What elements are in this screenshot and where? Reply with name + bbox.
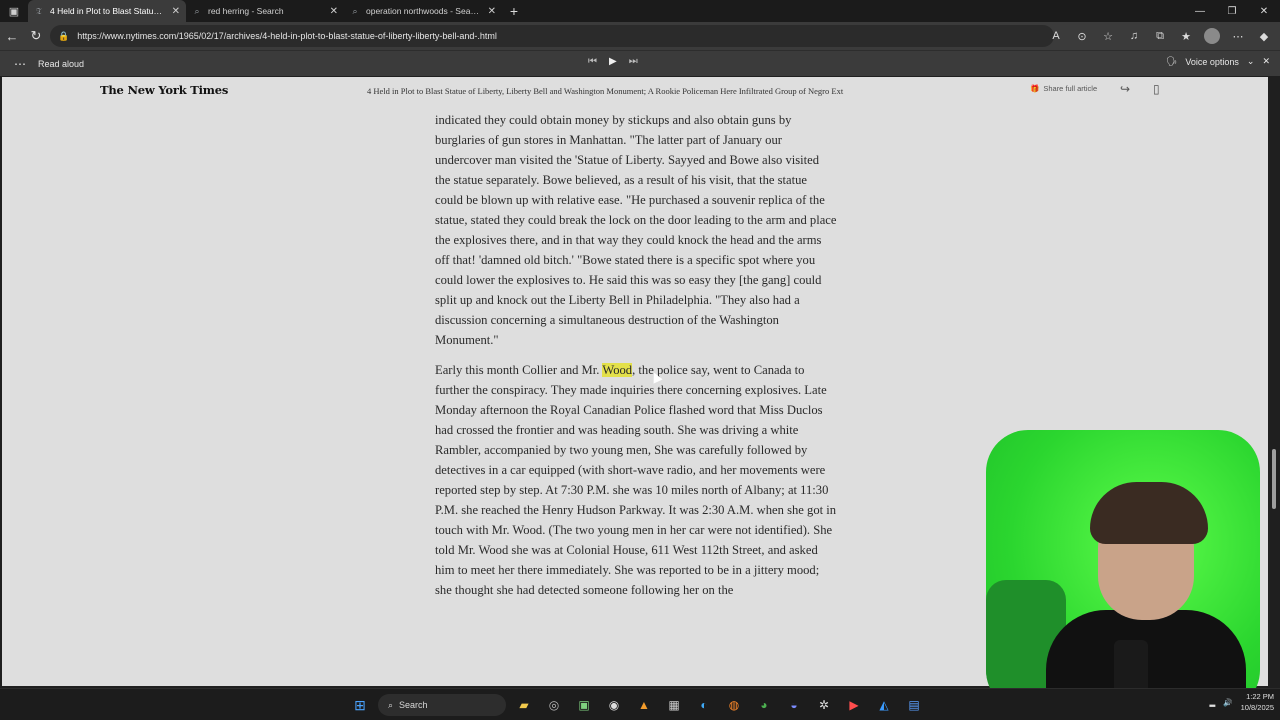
search-icon: ⌕ (194, 5, 200, 16)
tab-title: red herring - Search (208, 6, 284, 16)
play-icon[interactable]: ▶ (609, 56, 617, 67)
chrome-icon[interactable]: ◕ (752, 693, 776, 717)
nyt-icon: 𝔗 (36, 5, 42, 16)
speaker-icon[interactable]: ♫ (1122, 24, 1146, 48)
window-controls: — ❐ ✕ (1184, 0, 1280, 22)
app-icon[interactable]: ▦ (662, 693, 686, 717)
share-full-label: Share full article (1043, 84, 1098, 93)
favorite-star-icon[interactable]: ☆ (1096, 24, 1120, 48)
url-text: https://www.nytimes.com/1965/02/17/archi… (77, 31, 497, 41)
close-icon[interactable]: ✕ (488, 6, 496, 17)
read-aloud-bar: ⋯ Read aloud ⏮ ▶ ⏭ 🗣 Voice options ⌄ ✕ (0, 50, 1280, 76)
tab-actions-icon[interactable]: ▣ (0, 0, 28, 22)
close-icon[interactable]: ✕ (330, 6, 338, 17)
time: 1:22 PM (1246, 692, 1274, 701)
chevron-down-icon: ⌄ (1246, 56, 1255, 66)
network-icon[interactable]: ▂ (1210, 698, 1216, 707)
media-icon[interactable]: ▶ (842, 693, 866, 717)
bookmark-icon[interactable]: ▯ (1153, 82, 1160, 96)
paragraph-text: Early this month Collier and Mr. (435, 363, 603, 377)
settings-icon[interactable]: ◎ (542, 693, 566, 717)
nyt-header: The New York Times 4 Held in Plot to Bla… (2, 77, 1268, 105)
article-body: indicated they could obtain money by sti… (435, 110, 837, 610)
back-icon[interactable]: ← (0, 24, 24, 48)
read-aloud-icon[interactable]: A (1044, 24, 1068, 48)
article-headline: 4 Held in Plot to Blast Statue of Libert… (367, 86, 844, 96)
person-hair (1090, 482, 1208, 544)
nyt-logo[interactable]: The New York Times (100, 83, 228, 97)
article-paragraph: indicated they could obtain money by sti… (435, 113, 837, 347)
file-explorer-icon[interactable]: ▰ (512, 693, 536, 717)
toolbar-actions: A ⊙ ☆ ♫ ⧉ ★ ⋯ ◆ (1044, 24, 1276, 48)
app-icon[interactable]: ◉ (602, 693, 626, 717)
voice-options-button[interactable]: 🗣 Voice options ⌄ ✕ (1166, 56, 1270, 67)
tab-nyt-article[interactable]: 𝔗 4 Held in Plot to Blast Statue of Li ✕ (28, 0, 186, 22)
highlighted-word: Wood (602, 363, 633, 377)
article-paragraph: Early this month Collier and Mr. Wood, t… (435, 360, 837, 600)
voice-icon: 🗣 (1165, 56, 1178, 66)
next-icon[interactable]: ⏭ (629, 56, 638, 67)
previous-icon[interactable]: ⏮ (588, 56, 597, 67)
share-full-article-button[interactable]: 🎁 Share full article (1030, 84, 1097, 93)
volume-icon[interactable]: 🔊 (1223, 698, 1232, 707)
edge-icon[interactable]: ◐ (692, 693, 716, 717)
windows-start-icon[interactable]: ⊞ (348, 693, 372, 717)
webcam-overlay (986, 430, 1260, 712)
discord-icon[interactable]: ◒ (782, 693, 806, 717)
more-icon[interactable]: ⋯ (1226, 24, 1250, 48)
share-icon[interactable]: ↪ (1120, 82, 1130, 96)
search-icon: ⌕ (388, 699, 394, 710)
scrollbar[interactable] (1268, 77, 1280, 686)
scrollbar-thumb[interactable] (1272, 449, 1276, 509)
new-tab-button[interactable]: + (502, 0, 526, 22)
tab-operation-northwoods[interactable]: ⌕ operation northwoods - Search ✕ (344, 0, 502, 22)
address-bar[interactable]: 🔒 https://www.nytimes.com/1965/02/17/arc… (50, 25, 1054, 47)
more-options-icon[interactable]: ⋯ (14, 57, 38, 71)
vscode-icon[interactable]: ◭ (872, 693, 896, 717)
copilot-icon[interactable]: ◆ (1252, 24, 1276, 48)
app-icon[interactable]: ▤ (902, 693, 926, 717)
restore-icon[interactable]: ❐ (1216, 0, 1248, 22)
close-icon[interactable]: ✕ (1262, 56, 1270, 67)
tab-title: 4 Held in Plot to Blast Statue of Li (50, 6, 166, 16)
taskbar-search[interactable]: ⌕ Search (378, 694, 506, 716)
gift-icon: 🎁 (1030, 84, 1040, 93)
close-icon[interactable]: ✕ (172, 6, 180, 17)
lock-icon[interactable]: 🔒 (58, 31, 69, 42)
immersive-reader-icon[interactable]: ⊙ (1070, 24, 1094, 48)
search-icon: ⌕ (352, 5, 358, 16)
taskbar: ⊞ ⌕ Search ▰ ◎ ▣ ◉ ▲ ▦ ◐ ◍ ◕ ◒ ✲ ▶ ◭ ▤ ▂… (0, 688, 1280, 720)
avatar[interactable] (1204, 28, 1220, 44)
tab-strip: ▣ 𝔗 4 Held in Plot to Blast Statue of Li… (0, 0, 1280, 22)
vlc-icon[interactable]: ▲ (632, 693, 656, 717)
tab-red-herring[interactable]: ⌕ red herring - Search ✕ (186, 0, 344, 22)
refresh-icon[interactable]: ↻ (24, 24, 48, 48)
voice-options-label: Voice options (1185, 56, 1239, 67)
read-aloud-label: Read aloud (38, 58, 85, 69)
date: 10/8/2025 (1240, 703, 1274, 712)
app-icon[interactable]: ▣ (572, 693, 596, 717)
tab-title: operation northwoods - Search (366, 6, 482, 16)
search-label: Search (399, 700, 428, 710)
clock[interactable]: 1:22 PM 10/8/2025 (1241, 691, 1274, 713)
read-aloud-controls: ⏮ ▶ ⏭ (588, 56, 638, 67)
system-tray: ▂ 🔊 1:22 PM 10/8/2025 (1210, 691, 1275, 713)
minimize-icon[interactable]: — (1184, 0, 1216, 22)
app-icon[interactable]: ✲ (812, 693, 836, 717)
browser-toolbar: ← ↻ 🔒 https://www.nytimes.com/1965/02/17… (0, 22, 1280, 50)
extensions-icon[interactable]: ⧉ (1148, 24, 1172, 48)
taskbar-icons: ⊞ ⌕ Search ▰ ◎ ▣ ◉ ▲ ▦ ◐ ◍ ◕ ◒ ✲ ▶ ◭ ▤ (348, 693, 926, 717)
favorites-icon[interactable]: ★ (1174, 24, 1198, 48)
firefox-icon[interactable]: ◍ (722, 693, 746, 717)
close-window-icon[interactable]: ✕ (1248, 0, 1280, 22)
paragraph-text: , the police say, went to Canada to furt… (435, 363, 837, 597)
